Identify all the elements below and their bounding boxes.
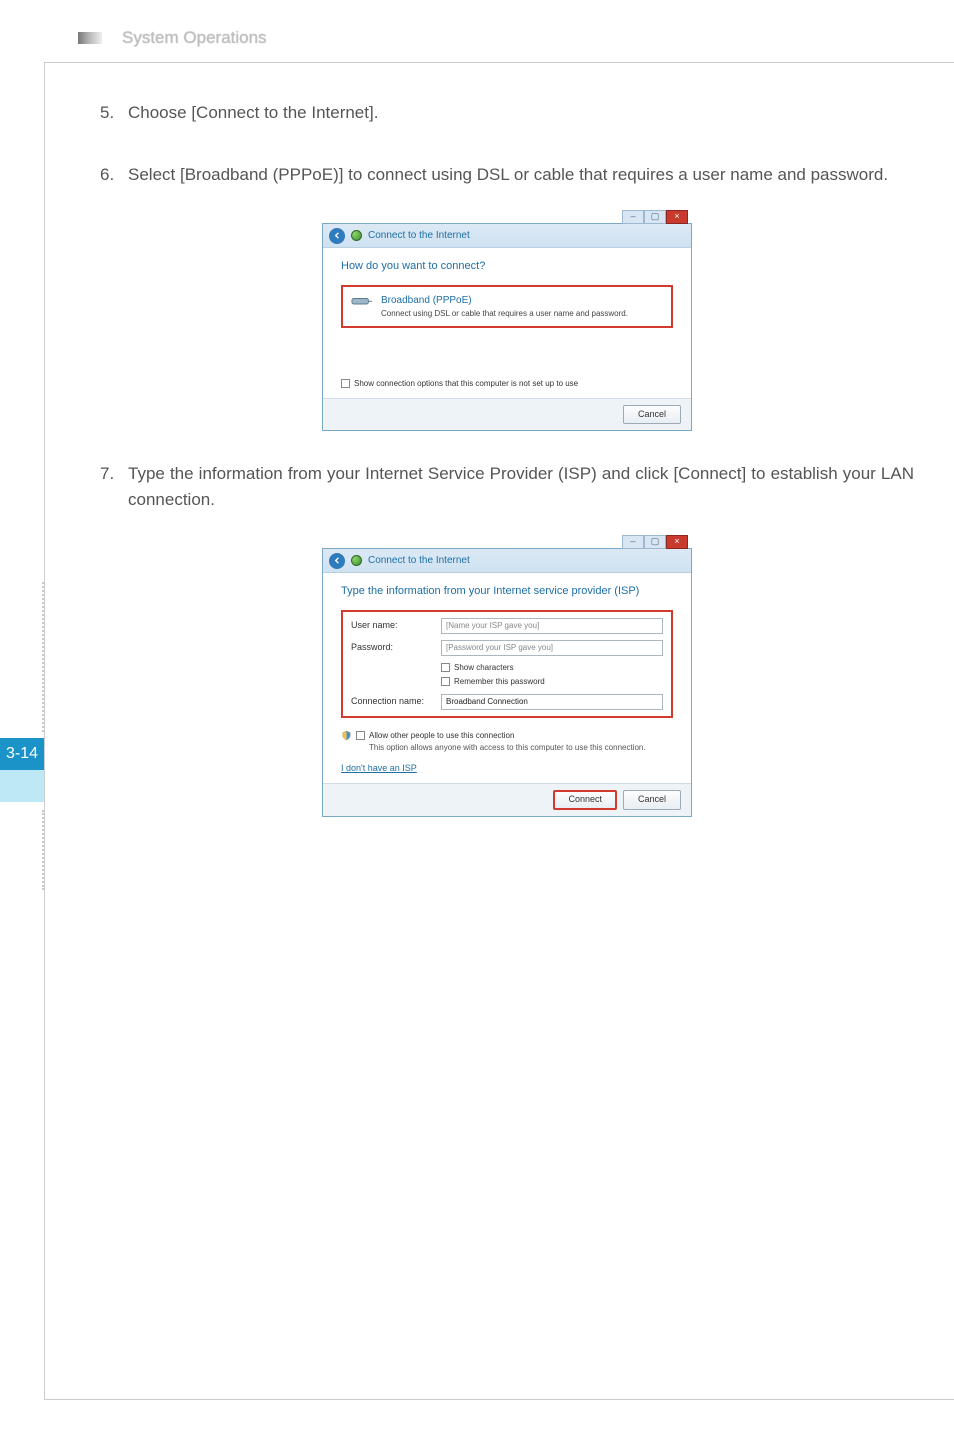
dialog2-titlebar: Connect to the Internet <box>323 549 691 573</box>
show-chars-row: Show characters <box>351 662 663 674</box>
no-isp-link[interactable]: I don't have an ISP <box>341 763 417 773</box>
dialog1-body: How do you want to connect? Broadband (P… <box>323 248 691 398</box>
globe-icon <box>351 555 362 566</box>
window-maximize-button[interactable]: ▢ <box>644 210 666 224</box>
window-maximize-button-2[interactable]: ▢ <box>644 535 666 549</box>
step-5: 5. Choose [Connect to the Internet]. <box>100 100 914 126</box>
checkbox-icon[interactable] <box>341 379 350 388</box>
step-6-number: 6. <box>100 162 128 188</box>
shield-icon <box>341 730 352 741</box>
checkbox-icon[interactable] <box>441 677 450 686</box>
allow-others-desc: This option allows anyone with access to… <box>369 742 673 754</box>
page-number-tab: 3-14 <box>0 738 44 770</box>
show-chars-checkbox[interactable]: Show characters <box>441 662 514 674</box>
globe-icon <box>351 230 362 241</box>
step-7: 7. Type the information from your Intern… <box>100 461 914 512</box>
connection-name-value: Broadband Connection <box>446 696 528 708</box>
broadband-option[interactable]: Broadband (PPPoE) Connect using DSL or c… <box>341 285 673 328</box>
window-minimize-button[interactable]: – <box>622 210 644 224</box>
remember-label: Remember this password <box>454 676 545 688</box>
dialog-connect-method: – ▢ × Connect to the Internet How do you… <box>322 223 692 431</box>
show-other-options-label: Show connection options that this comput… <box>354 378 578 390</box>
header-title: System Operations <box>122 28 267 48</box>
connection-name-row: Connection name: Broadband Connection <box>351 694 663 710</box>
dialog2-footer: Connect Cancel <box>323 783 691 816</box>
page-header: System Operations <box>78 24 954 52</box>
arrow-left-icon <box>333 231 342 240</box>
step-7-number: 7. <box>100 461 128 512</box>
window-controls-2: – ▢ × <box>622 535 688 549</box>
isp-form: User name: [Name your ISP gave you] Pass… <box>341 610 673 718</box>
broadband-option-subtitle: Connect using DSL or cable that requires… <box>381 308 628 320</box>
dialog2-heading: Type the information from your Internet … <box>341 583 673 600</box>
no-isp-row: I don't have an ISP <box>341 762 673 776</box>
step-5-text: Choose [Connect to the Internet]. <box>128 100 914 126</box>
username-placeholder: [Name your ISP gave you] <box>446 620 539 632</box>
checkbox-icon[interactable] <box>441 663 450 672</box>
connection-name-label: Connection name: <box>351 695 441 709</box>
window-minimize-button-2[interactable]: – <box>622 535 644 549</box>
dialog-isp-info: – ▢ × Connect to the Internet Type the i… <box>322 548 692 817</box>
dialog1-titlebar: Connect to the Internet <box>323 224 691 248</box>
dialog1-heading: How do you want to connect? <box>341 258 673 275</box>
back-button[interactable] <box>329 228 345 244</box>
page-number: 3-14 <box>6 745 38 763</box>
connection-name-input[interactable]: Broadband Connection <box>441 694 663 710</box>
remember-checkbox[interactable]: Remember this password <box>441 676 545 688</box>
password-row: Password: [Password your ISP gave you] <box>351 640 663 656</box>
allow-others-label: Allow other people to use this connectio… <box>369 730 514 742</box>
password-placeholder: [Password your ISP gave you] <box>446 642 553 654</box>
header-mark-icon <box>78 32 102 44</box>
connect-button[interactable]: Connect <box>553 790 617 810</box>
margin-dotted-top <box>42 582 44 732</box>
page-number-tab-accent <box>0 770 44 802</box>
step-6: 6. Select [Broadband (PPPoE)] to connect… <box>100 162 914 188</box>
dialog2-title: Connect to the Internet <box>368 553 470 568</box>
margin-dotted-bottom <box>42 810 44 890</box>
content-area: 5. Choose [Connect to the Internet]. 6. … <box>100 100 914 827</box>
step-7-text: Type the information from your Internet … <box>128 461 914 512</box>
dialog1-cancel-button[interactable]: Cancel <box>623 405 681 425</box>
window-close-button[interactable]: × <box>666 210 688 224</box>
modem-icon <box>351 293 373 309</box>
window-close-button-2[interactable]: × <box>666 535 688 549</box>
username-row: User name: [Name your ISP gave you] <box>351 618 663 634</box>
show-chars-label: Show characters <box>454 662 514 674</box>
dialog2-cancel-button[interactable]: Cancel <box>623 790 681 810</box>
dialog2-body: Type the information from your Internet … <box>323 573 691 783</box>
allow-others-row[interactable]: Allow other people to use this connectio… <box>341 730 673 742</box>
broadband-option-title: Broadband (PPPoE) <box>381 293 628 308</box>
back-button-2[interactable] <box>329 553 345 569</box>
password-label: Password: <box>351 641 441 655</box>
checkbox-icon[interactable] <box>356 731 365 740</box>
step-5-number: 5. <box>100 100 128 126</box>
remember-row: Remember this password <box>351 676 663 688</box>
step-6-text: Select [Broadband (PPPoE)] to connect us… <box>128 162 914 188</box>
arrow-left-icon <box>333 556 342 565</box>
dialog1-footer: Cancel <box>323 398 691 431</box>
password-input[interactable]: [Password your ISP gave you] <box>441 640 663 656</box>
username-label: User name: <box>351 619 441 633</box>
dialog1-title: Connect to the Internet <box>368 228 470 243</box>
show-other-options-row[interactable]: Show connection options that this comput… <box>341 378 673 390</box>
window-controls: – ▢ × <box>622 210 688 224</box>
username-input[interactable]: [Name your ISP gave you] <box>441 618 663 634</box>
